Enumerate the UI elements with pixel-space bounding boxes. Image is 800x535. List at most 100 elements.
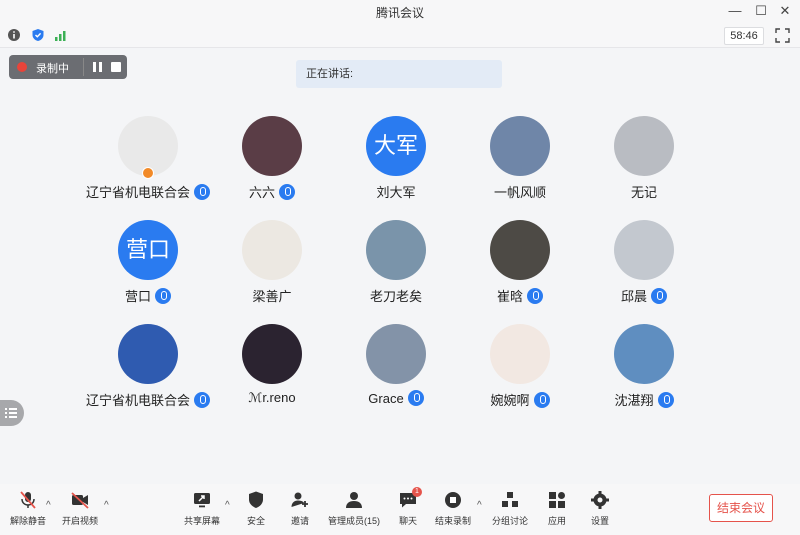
participant-tile[interactable]: 辽宁省机电联合会 <box>83 324 213 424</box>
divider <box>83 58 84 76</box>
unmute-label: 解除静音 <box>9 516 46 526</box>
settings-button[interactable]: 设置 <box>572 490 628 530</box>
participant-name: ℳr.reno <box>248 390 296 405</box>
participant-name: 婉婉啊 <box>490 393 530 408</box>
record-options-chevron-icon[interactable]: ^ <box>477 500 482 511</box>
participant-name-row: 一帆风顺 <box>455 182 585 201</box>
participant-name-row: 辽宁省机电联合会 <box>83 390 213 409</box>
mic-icon <box>533 392 550 408</box>
mic-muted-icon <box>20 491 36 509</box>
participant-name-row: 老刀老矣 <box>331 286 461 305</box>
audio-options-chevron-icon[interactable]: ^ <box>46 500 51 511</box>
participant-tile[interactable]: 六六 <box>207 116 337 216</box>
avatar <box>242 116 302 176</box>
avatar <box>118 324 178 384</box>
mic-icon <box>155 288 171 304</box>
avatar <box>614 220 674 280</box>
mic-icon <box>527 288 543 304</box>
speaking-indicator: 正在讲话: <box>296 60 502 88</box>
participant-name-row: ℳr.reno <box>207 390 337 406</box>
record-dot-icon <box>17 62 27 72</box>
participant-tile[interactable]: ℳr.reno <box>207 324 337 424</box>
participant-name: 无记 <box>630 185 657 200</box>
apps-grid-icon <box>549 492 565 508</box>
members-icon <box>346 492 362 508</box>
stop-record-icon <box>445 492 461 508</box>
share-label: 共享屏幕 <box>183 516 220 526</box>
end-meeting-button[interactable]: 结束会议 <box>709 494 773 522</box>
participant-name: 六六 <box>248 185 275 200</box>
participant-tile[interactable]: 崔晗 <box>455 220 585 320</box>
invite-button[interactable]: 邀请 <box>272 490 328 530</box>
minimize-icon[interactable]: — <box>726 2 744 20</box>
participant-name: 一帆风顺 <box>493 185 546 200</box>
meeting-timer: 58:46 <box>724 27 764 45</box>
participant-name: Grace <box>368 391 404 406</box>
gear-icon <box>591 491 609 509</box>
mic-icon <box>657 392 674 408</box>
host-badge-icon <box>142 167 154 179</box>
participant-tile[interactable]: 无记 <box>579 116 709 216</box>
avatar <box>242 220 302 280</box>
participant-tile[interactable]: 老刀老矣 <box>331 220 461 320</box>
info-icon[interactable] <box>7 28 21 42</box>
participant-name: 刘大军 <box>376 185 416 200</box>
share-screen-button[interactable]: 共享屏幕 <box>174 490 230 530</box>
participant-tile[interactable]: 梁善广 <box>207 220 337 320</box>
participant-tile[interactable]: 辽宁省机电联合会 <box>83 116 213 216</box>
avatar <box>490 116 550 176</box>
avatar: 大军 <box>366 116 426 176</box>
participant-name: 老刀老矣 <box>369 289 422 304</box>
chat-unread-badge: 1 <box>412 487 422 497</box>
participant-tile[interactable]: 营口 营口 <box>83 220 213 320</box>
fullscreen-icon[interactable] <box>775 28 790 43</box>
participant-tile[interactable]: Grace <box>331 324 461 424</box>
participant-tile[interactable]: 邱晨 <box>579 220 709 320</box>
participant-name-row: 营口 <box>83 286 213 305</box>
participant-name-row: 崔晗 <box>455 286 585 305</box>
shield-icon[interactable] <box>31 28 45 42</box>
avatar <box>366 324 426 384</box>
video-options-chevron-icon[interactable]: ^ <box>104 500 109 511</box>
participant-tile[interactable]: 一帆风顺 <box>455 116 585 216</box>
participant-tile[interactable]: 大军 刘大军 <box>331 116 461 216</box>
avatar <box>242 324 302 384</box>
start-video-button[interactable]: 开启视频 <box>52 490 108 530</box>
recording-bar: 录制中 <box>9 55 127 79</box>
signal-icon[interactable] <box>54 28 68 42</box>
manage-members-button[interactable]: 管理成员(15) <box>325 490 383 530</box>
participant-name: 辽宁省机电联合会 <box>85 393 190 408</box>
participant-tile[interactable]: 婉婉啊 <box>455 324 585 424</box>
close-icon[interactable]: ✕ <box>776 2 794 20</box>
avatar <box>614 116 674 176</box>
avatar <box>490 324 550 384</box>
invite-user-icon <box>291 492 308 507</box>
participant-name-row: 婉婉啊 <box>455 390 585 409</box>
bottom-toolbar: 解除静音 ^ 开启视频 ^ 共享屏幕 ^ 安全 邀请 管理成员(15) 1 聊天… <box>0 484 800 535</box>
end-recording-button[interactable]: 结束录制 <box>425 490 481 530</box>
maximize-icon[interactable]: ☐ <box>752 2 770 20</box>
participant-name: 邱晨 <box>620 289 647 304</box>
info-bar <box>0 22 800 48</box>
window-title: 腾讯会议 <box>375 6 424 20</box>
avatar: 营口 <box>118 220 178 280</box>
participant-name-row: 梁善广 <box>207 286 337 305</box>
pause-icon[interactable] <box>92 61 103 73</box>
participant-tile[interactable]: 沈湛翔 <box>579 324 709 424</box>
title-bar: 腾讯会议 — ☐ ✕ <box>0 0 800 22</box>
video-label: 开启视频 <box>61 516 98 526</box>
breakout-rooms-icon <box>502 492 518 507</box>
participant-name-row: 沈湛翔 <box>579 390 709 409</box>
stop-icon[interactable] <box>111 62 121 72</box>
recording-label: 录制中 <box>36 63 69 75</box>
video-off-icon <box>71 492 89 509</box>
participant-name: 营口 <box>124 289 151 304</box>
list-icon <box>5 408 17 418</box>
mic-icon <box>279 184 295 200</box>
avatar <box>614 324 674 384</box>
share-screen-icon <box>194 493 210 508</box>
participant-name-row: 辽宁省机电联合会 <box>83 182 213 201</box>
avatar <box>490 220 550 280</box>
side-panel-handle[interactable] <box>0 400 24 426</box>
participant-name-row: 邱晨 <box>579 286 709 305</box>
